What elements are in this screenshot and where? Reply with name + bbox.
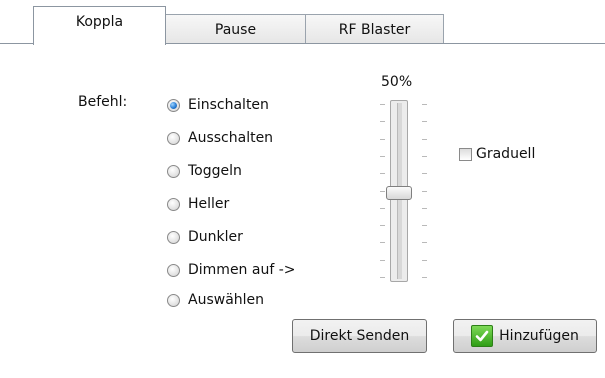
slider-tick <box>380 242 385 244</box>
add-button[interactable]: Hinzufügen <box>453 319 597 353</box>
slider-tick <box>422 190 427 192</box>
slider-tick <box>422 207 427 209</box>
radio-label: Auswählen <box>188 292 265 308</box>
send-direct-label: Direkt Senden <box>309 328 410 344</box>
dimmer-slider[interactable] <box>380 96 428 286</box>
tab-koppla[interactable]: Koppla <box>33 6 166 45</box>
slider-tick <box>422 121 427 123</box>
slider-tick <box>380 190 385 192</box>
slider-tick <box>422 155 427 157</box>
gradual-checkbox-row[interactable]: Graduell <box>459 145 535 163</box>
slider-tick <box>380 225 385 227</box>
slider-tick <box>422 242 427 244</box>
slider-tick <box>380 104 385 105</box>
radio-button-icon[interactable] <box>167 98 180 112</box>
radio-toggeln[interactable]: Toggeln <box>167 161 242 181</box>
add-label: Hinzufügen <box>499 328 579 344</box>
radio-dimmen-auf[interactable]: Dimmen auf -> <box>167 260 296 280</box>
slider-tick <box>422 277 427 278</box>
radio-auswaehlen[interactable]: Auswählen <box>167 290 264 310</box>
radio-heller[interactable]: Heller <box>167 194 229 214</box>
tab-strip: Koppla Pause RF Blaster <box>0 0 605 45</box>
radio-label: Ausschalten <box>188 130 274 146</box>
slider-tick <box>422 173 427 175</box>
send-direct-button[interactable]: Direkt Senden <box>292 319 427 353</box>
radio-einschalten[interactable]: Einschalten <box>167 95 269 115</box>
slider-tick <box>422 225 427 227</box>
slider-tick <box>380 207 385 209</box>
slider-tick <box>380 138 385 140</box>
slider-tick <box>380 259 385 261</box>
dimmer-percent-label: 50% <box>381 74 413 90</box>
radio-ausschalten[interactable]: Ausschalten <box>167 128 273 148</box>
slider-tick <box>422 104 427 105</box>
gradual-label: Graduell <box>476 146 536 162</box>
radio-label: Heller <box>188 196 230 212</box>
slider-tick <box>380 277 385 278</box>
slider-tick <box>422 259 427 261</box>
radio-label: Toggeln <box>188 163 242 179</box>
slider-thumb[interactable] <box>386 186 412 200</box>
command-label: Befehl: <box>78 94 128 110</box>
radio-button-icon[interactable] <box>167 197 180 211</box>
radio-dunkler[interactable]: Dunkler <box>167 227 243 247</box>
slider-tick <box>380 121 385 123</box>
checkmark-icon <box>471 325 494 347</box>
slider-tick <box>380 155 385 157</box>
radio-button-icon[interactable] <box>167 131 180 145</box>
radio-button-icon[interactable] <box>167 164 180 178</box>
radio-button-icon[interactable] <box>167 263 180 277</box>
slider-tick <box>422 138 427 140</box>
radio-button-icon[interactable] <box>167 230 180 244</box>
tab-rf-blaster[interactable]: RF Blaster <box>305 14 444 44</box>
tab-pause[interactable]: Pause <box>165 14 306 44</box>
radio-label: Dimmen auf -> <box>188 262 296 278</box>
radio-button-icon[interactable] <box>167 293 180 307</box>
slider-tick <box>380 173 385 175</box>
radio-label: Dunkler <box>188 229 243 245</box>
radio-label: Einschalten <box>188 97 269 113</box>
gradual-checkbox[interactable] <box>459 147 472 161</box>
